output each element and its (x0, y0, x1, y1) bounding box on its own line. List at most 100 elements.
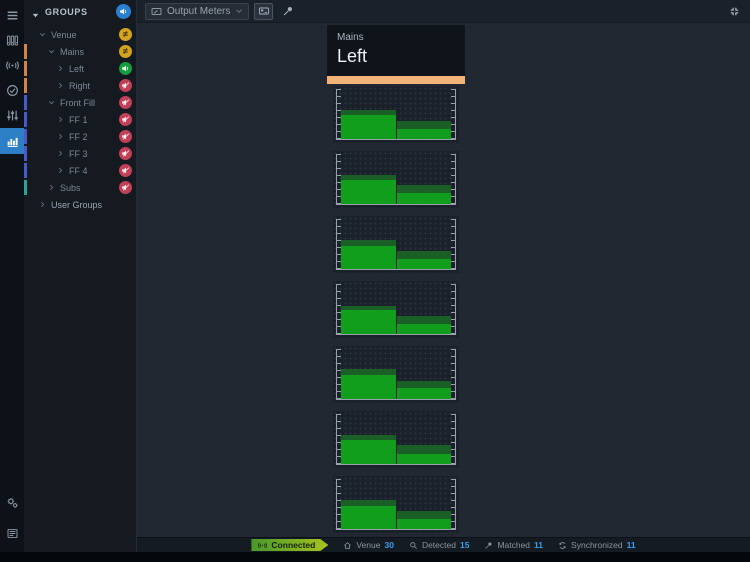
peak-level-segment (341, 109, 396, 116)
muted-badge[interactable] (119, 113, 132, 126)
meter-baseline (336, 529, 456, 530)
channel-header-text: Mains Left (327, 25, 465, 76)
speaker-muted-icon (121, 166, 130, 175)
id-card-icon (258, 5, 270, 17)
rms-level-fill (341, 505, 396, 529)
rms-level-fill (341, 439, 396, 464)
rms-level-fill (396, 129, 451, 139)
meter-scale-right (451, 89, 456, 140)
muted-badge[interactable] (119, 130, 132, 143)
meter-scale-right (451, 154, 456, 205)
group-name-label: Mains (337, 32, 364, 43)
tree-row-ff-3[interactable]: FF 3 (24, 145, 136, 162)
sync-icon (558, 541, 567, 550)
meter-canvas: Mains Left (137, 23, 750, 537)
magnifier-icon (409, 541, 418, 550)
groups-header: GROUPS (24, 3, 136, 20)
level-bar-left (341, 415, 396, 464)
bottom-strip (0, 552, 750, 562)
tree-row-right[interactable]: Right (24, 77, 136, 94)
speaker-muted-icon (121, 115, 130, 124)
tree-item-label: Front Fill (60, 97, 96, 108)
peak-level-segment (341, 369, 396, 376)
rail-item-log[interactable] (0, 521, 24, 546)
news-icon (6, 527, 19, 540)
tree-item-label: Venue (51, 29, 77, 40)
group-color-accent-bar (327, 76, 465, 84)
check-circle-icon (6, 84, 19, 97)
rail-item-menu[interactable] (0, 3, 24, 28)
connection-status-label: Connected (271, 540, 316, 550)
rail-item-meters[interactable] (0, 128, 24, 154)
speaker-icon (119, 7, 128, 16)
level-bar-left (341, 155, 396, 204)
tree-row-subs[interactable]: Subs (24, 179, 136, 196)
card-view-button[interactable] (254, 2, 274, 20)
meter-scale-right (451, 479, 456, 530)
chevron-down-icon[interactable] (39, 30, 48, 40)
muted-badge[interactable] (119, 181, 132, 194)
output-meter-card-1 (333, 86, 459, 143)
muted-badge[interactable] (119, 79, 132, 92)
groups-panel: GROUPS Venue ≠ Mains ≠ Left Right Front Fill FF… (24, 0, 137, 552)
microphone-button[interactable] (278, 3, 297, 20)
chevron-down-icon[interactable] (48, 47, 57, 57)
chevron-right-icon[interactable] (57, 64, 66, 74)
level-bar-right (396, 415, 451, 464)
tree-row-ff-2[interactable]: FF 2 (24, 128, 136, 145)
tree-row-user-groups[interactable]: User Groups (24, 196, 136, 213)
tree-item-label: FF 3 (69, 148, 88, 159)
status-label: Detected (421, 540, 456, 550)
peak-level-segment (396, 250, 451, 259)
output-meter-card-3 (333, 216, 459, 273)
tree-row-venue[interactable]: Venue ≠ (24, 26, 136, 43)
rms-level-fill (341, 310, 396, 334)
tree-row-mains[interactable]: Mains ≠ (24, 43, 136, 60)
group-color-bar (24, 78, 27, 93)
mute-mixed-badge[interactable]: ≠ (119, 28, 132, 41)
chevron-down-icon[interactable] (48, 98, 57, 108)
status-detected: Detected 15 (409, 540, 469, 550)
chevron-right-icon[interactable] (57, 149, 66, 159)
output-meter-card-6 (333, 411, 459, 468)
tree-row-ff-4[interactable]: FF 4 (24, 162, 136, 179)
collapse-triangle-icon[interactable] (31, 7, 40, 18)
level-bar-right (396, 155, 451, 204)
rail-item-amplifiers[interactable] (0, 28, 24, 53)
muted-badge[interactable] (119, 147, 132, 160)
chevron-right-icon[interactable] (39, 200, 48, 210)
peak-level-segment (341, 239, 396, 246)
rail-item-network[interactable] (0, 53, 24, 78)
level-bar-right (396, 285, 451, 334)
meter-bars (341, 90, 451, 139)
tree-row-front-fill[interactable]: Front Fill (24, 94, 136, 111)
muted-badge[interactable] (119, 164, 132, 177)
chevron-right-icon[interactable] (57, 132, 66, 142)
rail-item-check[interactable] (0, 78, 24, 103)
level-bar-right (396, 220, 451, 269)
peak-level-segment (396, 185, 451, 194)
chevron-right-icon[interactable] (57, 81, 66, 91)
tree-item-label: FF 2 (69, 131, 88, 142)
tree-row-left[interactable]: Left (24, 60, 136, 77)
chevron-right-icon[interactable] (57, 115, 66, 125)
fullscreen-toggle-button[interactable] (729, 6, 740, 17)
tree-row-ff-1[interactable]: FF 1 (24, 111, 136, 128)
master-mute-button[interactable] (116, 4, 131, 19)
rail-item-settings[interactable] (0, 490, 24, 515)
muted-badge[interactable] (119, 96, 132, 109)
speaker-muted-icon (121, 98, 130, 107)
menu-icon (6, 9, 19, 22)
status-label: Synchronized (571, 540, 623, 550)
chevron-right-icon[interactable] (48, 183, 57, 193)
meter-baseline (336, 399, 456, 400)
meter-baseline (336, 139, 456, 140)
rail-item-tuning[interactable] (0, 103, 24, 128)
mute-mixed-badge[interactable]: ≠ (119, 45, 132, 58)
unmuted-badge[interactable] (119, 62, 132, 75)
group-color-bar (24, 129, 27, 144)
chevron-right-icon[interactable] (57, 166, 66, 176)
meter-type-dropdown[interactable]: Output Meters (145, 2, 250, 20)
speaker-muted-icon (121, 132, 130, 141)
microphone-icon (484, 541, 493, 550)
